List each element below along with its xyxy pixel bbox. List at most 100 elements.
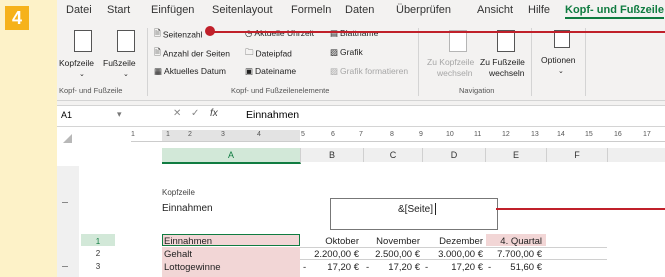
kopfzeile-button[interactable]: Kopfzeile [59, 58, 94, 68]
cell-a3[interactable]: Lottogewinne [164, 262, 221, 273]
tab-start[interactable]: Start [107, 4, 130, 16]
ruler-tick: 17 [643, 131, 651, 138]
picture-icon: ▨ [330, 47, 339, 58]
ruler-margin [162, 130, 300, 141]
group-label: Kopf- und Fußzeile [59, 86, 123, 95]
formula-input[interactable]: Einnahmen [246, 109, 299, 121]
footer-icon [117, 30, 135, 52]
file-icon: ▣ [245, 66, 254, 77]
ruler-tick: 12 [502, 131, 510, 138]
grafik-button[interactable]: ▨ Grafik [330, 47, 363, 58]
anzahl-seiten-button[interactable]: 🗎 Anzahl der Seiten [154, 47, 230, 61]
header-icon [74, 30, 92, 52]
ruler-mark [62, 202, 68, 203]
tab-kopf-und-fusszeile[interactable]: Kopf- und Fußzeile [565, 4, 664, 19]
tab-ueberpruefen[interactable]: Überprüfen [396, 4, 451, 16]
tab-ansicht[interactable]: Ansicht [477, 4, 513, 16]
aktuelle-uhrzeit-label: Aktuelle Uhrzeit [254, 28, 314, 38]
check-icon[interactable]: ✓ [191, 108, 199, 119]
calendar-icon: ▦ [154, 66, 163, 77]
grafik-formatieren-label: Grafik formatieren [340, 66, 409, 76]
select-all-icon[interactable] [63, 134, 72, 143]
tab-datei[interactable]: Datei [66, 4, 92, 16]
blattname-label: Blattname [340, 28, 379, 38]
tab-seitenlayout[interactable]: Seitenlayout [212, 4, 273, 16]
cell-c2[interactable]: 2.500,00 € [364, 249, 420, 260]
zu-kopfzeile-button-line2: wechseln [437, 68, 473, 78]
cell-a2[interactable]: Gehalt [164, 249, 192, 260]
dateiname-label: Dateiname [255, 66, 297, 76]
ruler-mark [62, 266, 68, 267]
optionen-button[interactable]: Optionen [541, 55, 576, 65]
ruler-tick: 2 [188, 131, 192, 138]
cell-c1[interactable]: November [364, 236, 420, 247]
dropdown-arrow-icon[interactable]: ▾ [117, 109, 122, 120]
divider [531, 28, 532, 96]
menu-bar: Datei Start Einfügen Seitenlayout Formel… [57, 0, 665, 22]
group-label: Kopf- und Fußzeilenelemente [231, 86, 330, 95]
column-header-a[interactable]: A [162, 148, 301, 164]
ruler-tick: 15 [585, 131, 593, 138]
blattname-button[interactable]: ▤ Blattname [330, 28, 378, 39]
seitenzahl-button[interactable]: 🗎 Seitenzahl [154, 28, 203, 42]
ribbon: Kopfzeile Fußzeile ⌄ ⌄ 🗎 Seitenzahl 🗎 Anza… [57, 22, 665, 101]
options-icon [554, 30, 570, 48]
cell-c3[interactable]: 17,20 € [364, 262, 420, 273]
column-header-b[interactable]: B [301, 148, 364, 162]
divider [418, 28, 419, 96]
divider [147, 28, 148, 96]
text-cursor [435, 203, 436, 215]
cell-b3[interactable]: 17,20 € [301, 262, 359, 273]
column-header-f[interactable]: F [547, 148, 608, 162]
zu-fusszeile-button-line2: wechseln [489, 68, 525, 78]
grafik-formatieren-button[interactable]: ▨ Grafik formatieren [330, 66, 408, 77]
cell-b2[interactable]: 2.200,00 € [301, 249, 359, 260]
ruler-tick: 3 [221, 131, 225, 138]
header-left-section[interactable]: Einnahmen [162, 203, 213, 214]
folder-icon: 🗀 [245, 47, 254, 57]
tab-einfuegen[interactable]: Einfügen [151, 4, 194, 16]
ruler-tick: 13 [531, 131, 539, 138]
row-header-2[interactable]: 2 [81, 248, 115, 259]
name-box[interactable]: A1 [61, 110, 72, 120]
aktuelles-datum-button[interactable]: ▦ Aktuelles Datum [154, 66, 226, 77]
tab-formeln[interactable]: Formeln [291, 4, 331, 16]
row-header-1[interactable]: 1 [81, 236, 115, 247]
chevron-down-icon[interactable]: ⌄ [123, 70, 129, 78]
cell-b1[interactable]: Oktober [301, 236, 359, 247]
zu-kopfzeile-button[interactable]: Zu Kopfzeile [427, 57, 474, 67]
chevron-down-icon[interactable]: ⌄ [558, 67, 564, 75]
dateiname-button[interactable]: ▣ Dateiname [245, 66, 296, 77]
cell-e3[interactable]: 51,60 € [486, 262, 542, 273]
page-number-icon: 🗎 [154, 28, 161, 38]
ruler-tick: 4 [257, 131, 261, 138]
cell-d1[interactable]: Dezember [423, 236, 483, 247]
dateipfad-button[interactable]: 🗀 Dateipfad [245, 47, 292, 61]
aktuelle-uhrzeit-button[interactable]: ◷ Aktuelle Uhrzeit [245, 28, 314, 39]
function-icon[interactable]: fx [210, 108, 218, 119]
chevron-down-icon[interactable]: ⌄ [79, 70, 85, 78]
cell-e1[interactable]: 4. Quartal [486, 236, 542, 247]
column-header-e[interactable]: E [486, 148, 547, 162]
dateipfad-label: Dateipfad [255, 48, 292, 59]
header-center-section[interactable]: &[Seite] [330, 198, 498, 230]
cell-d2[interactable]: 3.000,00 € [423, 249, 483, 260]
cancel-icon[interactable]: ✕ [173, 108, 181, 119]
aktuelles-datum-label: Aktuelles Datum [164, 66, 226, 76]
ruler-tick: 10 [446, 131, 454, 138]
ruler-tick: 14 [557, 131, 565, 138]
tab-hilfe[interactable]: Hilfe [528, 4, 550, 16]
go-to-header-icon [449, 30, 467, 52]
seitenzahl-label: Seitenzahl [162, 29, 203, 40]
cell-d3[interactable]: 17,20 € [423, 262, 483, 273]
cell-e2[interactable]: 7.700,00 € [486, 249, 542, 260]
ruler-tick: 5 [301, 131, 305, 138]
zu-fusszeile-button[interactable]: Zu Fußzeile [480, 57, 525, 67]
row-header-3[interactable]: 3 [81, 261, 115, 272]
tab-daten[interactable]: Daten [345, 4, 374, 16]
column-header-d[interactable]: D [423, 148, 486, 162]
fusszeile-button[interactable]: Fußzeile [103, 58, 136, 68]
column-header-c[interactable]: C [364, 148, 423, 162]
ruler-tick: 6 [331, 131, 335, 138]
column-header-blank [608, 148, 665, 162]
